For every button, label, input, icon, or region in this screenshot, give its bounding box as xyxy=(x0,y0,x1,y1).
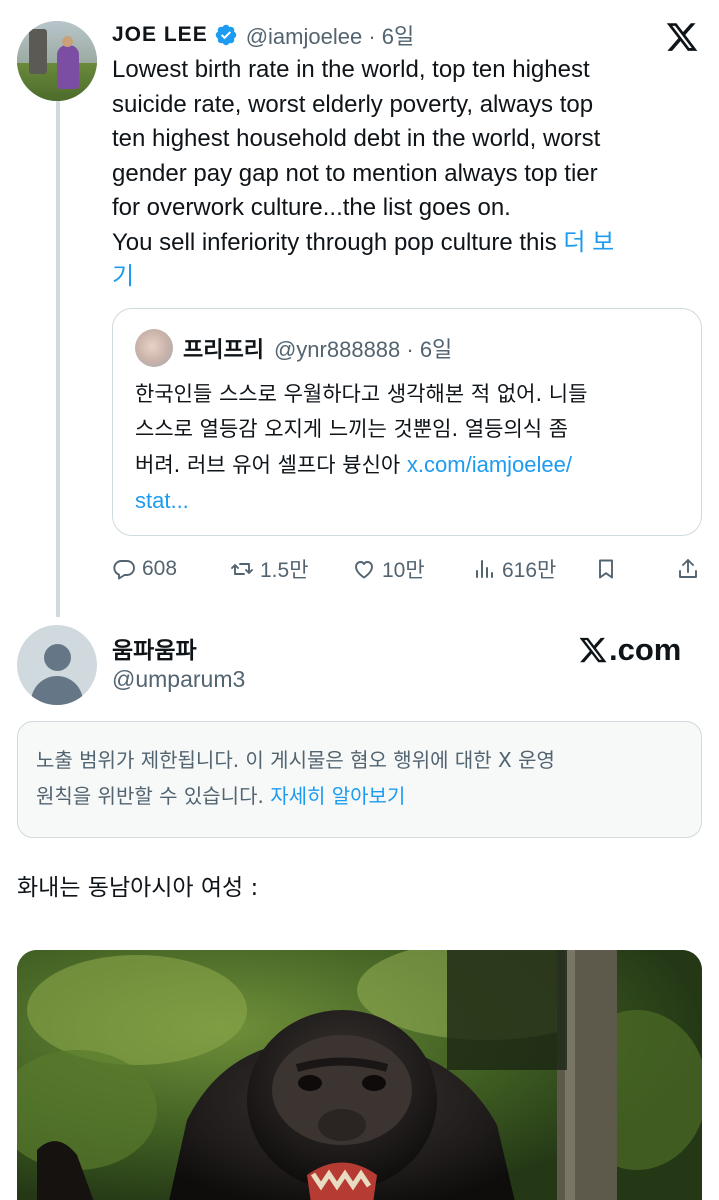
quoted-text: 한국인들 스스로 우월하다고 생각해본 적 없어. 니들 스스로 열등감 오지게… xyxy=(135,377,695,518)
quoted-text-line: 스스로 열등감 오지게 느끼는 것뿐임. 열등의식 좀 xyxy=(135,417,569,441)
post-text-line: gender pay gap not to mention always top… xyxy=(112,159,598,187)
post-text-line: ten highest household debt in the world,… xyxy=(112,125,601,152)
post-image[interactable] xyxy=(17,950,702,1200)
repost-count: 1.5만 xyxy=(260,559,309,582)
x-com-label: .com xyxy=(609,632,682,667)
reply-count: 608 xyxy=(142,557,178,580)
quoted-post-card[interactable]: 프리프리 @ynr888888 · 6일 한국인들 스스로 우월하다고 생각해본… xyxy=(112,308,702,536)
share-button[interactable] xyxy=(676,550,706,588)
post-actions-bar: 608 1.5만 10만 616만 xyxy=(112,550,702,588)
notice-text-line-with-link: 원칙을 위반할 수 있습니다. 자세히 알아보기 xyxy=(36,778,696,814)
second-author-handle[interactable]: @umparum3 xyxy=(112,666,245,693)
quoted-text-line: 버려. 러브 유어 셀프다 븅신아 xyxy=(135,453,407,477)
limited-visibility-notice: 노출 범위가 제한됩니다. 이 게시물은 혐오 행위에 대한 X 운영 원칙을 … xyxy=(17,721,702,838)
post-text-line-with-more: You sell inferiority through pop culture… xyxy=(112,226,702,261)
notice-text: 노출 범위가 제한됩니다. 이 게시물은 혐오 행위에 대한 X 운영 원칙을 … xyxy=(36,742,696,814)
quoted-text-line-with-link: 버려. 러브 유어 셀프다 븅신아 x.com/iamjoelee/ xyxy=(135,447,695,483)
chimpanzee-photo xyxy=(17,950,702,1200)
quoted-header: 프리프리 @ynr888888 · 6일 xyxy=(183,331,452,365)
share-icon xyxy=(679,559,697,578)
post-text-line: for overwork culture...the list goes on. xyxy=(112,194,511,221)
post-text: Lowest birth rate in the world, top ten … xyxy=(112,53,702,295)
views-chart-icon xyxy=(476,560,493,578)
post-header: JOE LEE @iamjoelee · 6일 xyxy=(112,18,414,52)
post-text-line: You sell inferiority through pop culture… xyxy=(112,228,564,256)
x-logo-icon xyxy=(579,637,607,663)
notice-text-line: 원칙을 위반할 수 있습니다. xyxy=(36,784,271,808)
like-button[interactable]: 10만 xyxy=(352,550,425,588)
show-more-link[interactable]: 기 xyxy=(112,260,702,295)
quoted-author-name[interactable]: 프리프리 xyxy=(183,332,264,364)
repost-icon xyxy=(231,563,253,575)
repost-button[interactable]: 1.5만 xyxy=(230,550,309,588)
post-text-line: suicide rate, worst elderly poverty, alw… xyxy=(112,90,594,118)
learn-more-link[interactable]: 자세히 알아보기 xyxy=(270,784,405,808)
second-post-text: 화내는 동남아시아 여성 : xyxy=(17,875,259,901)
avatar[interactable] xyxy=(17,21,97,101)
x-com-brand[interactable]: .com xyxy=(578,632,681,668)
notice-text-line: 노출 범위가 제한됩니다. 이 게시물은 혐오 행위에 대한 X 운영 xyxy=(36,748,555,772)
like-count: 10만 xyxy=(382,559,425,582)
quoted-handle-time[interactable]: @ynr888888 · 6일 xyxy=(274,332,452,364)
views-button[interactable]: 616만 xyxy=(472,550,556,588)
bookmark-button[interactable] xyxy=(594,550,624,588)
post-text-line: Lowest birth rate in the world, top ten … xyxy=(112,56,590,83)
quoted-url-link[interactable]: stat... xyxy=(135,483,695,518)
reply-icon xyxy=(113,560,135,580)
author-handle-time[interactable]: @iamjoelee · 6일 xyxy=(246,19,415,51)
x-logo-icon[interactable] xyxy=(665,20,699,54)
author-name[interactable]: JOE LEE xyxy=(112,23,208,47)
heart-icon xyxy=(355,561,373,579)
quoted-avatar[interactable] xyxy=(135,329,173,367)
bookmark-icon xyxy=(599,559,613,579)
quoted-text-line: 한국인들 스스로 우월하다고 생각해본 적 없어. 니들 xyxy=(135,382,588,406)
quoted-url-link[interactable]: x.com/iamjoelee/ xyxy=(407,452,572,477)
show-more-link[interactable]: 더 보 xyxy=(563,229,614,256)
verified-badge-icon xyxy=(215,24,236,46)
reply-button[interactable]: 608 xyxy=(112,550,177,588)
second-author-name[interactable]: 움파움파 xyxy=(112,631,197,665)
view-count: 616만 xyxy=(502,559,557,582)
default-avatar[interactable] xyxy=(17,625,97,705)
thread-connector-line xyxy=(56,100,60,617)
